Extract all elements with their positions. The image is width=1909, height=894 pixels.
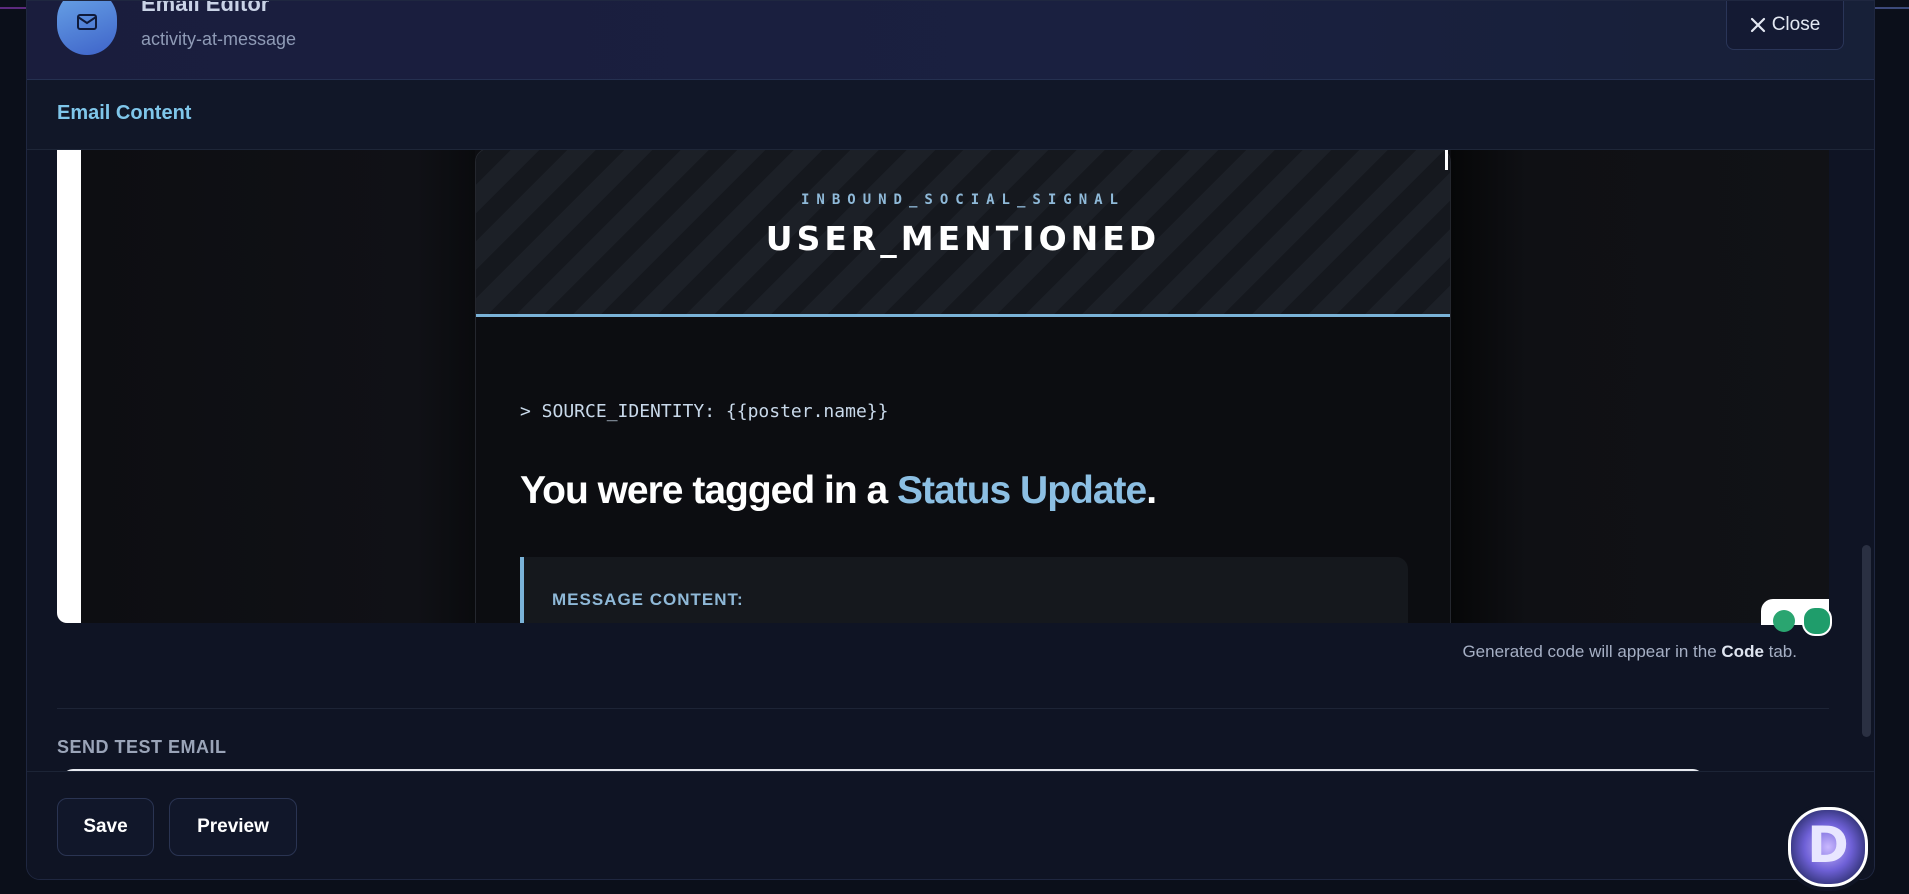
email-editor-modal: Email Editor activity-at-message Close E…	[26, 0, 1875, 880]
section-divider	[57, 708, 1829, 709]
email-card-header: INBOUND_SOCIAL_SIGNAL USER_MENTIONED	[476, 150, 1450, 317]
message-content-box: MESSAGE CONTENT:	[520, 557, 1408, 623]
hint-prefix: Generated code will appear in the	[1462, 642, 1722, 661]
modal-scrollbar[interactable]	[1862, 545, 1871, 737]
headline-suffix: .	[1146, 469, 1157, 512]
close-button[interactable]: Close	[1726, 1, 1844, 50]
email-card: INBOUND_SOCIAL_SIGNAL USER_MENTIONED > S…	[475, 150, 1451, 623]
preview-right-margin	[1451, 150, 1829, 623]
template-slug: activity-at-message	[141, 29, 297, 49]
preview-left-margin	[81, 150, 475, 623]
hint-code-word: Code	[1721, 642, 1764, 661]
tab-email-content[interactable]: Email Content	[57, 102, 191, 125]
grammar-logo-icon[interactable]	[1802, 606, 1832, 636]
mail-icon	[57, 1, 117, 55]
email-preview-canvas: INBOUND_SOCIAL_SIGNAL USER_MENTIONED > S…	[81, 150, 1829, 623]
preview-scroll-indicator	[1445, 150, 1448, 170]
code-tab-hint: Generated code will appear in the Code t…	[1462, 642, 1797, 662]
close-label: Close	[1771, 14, 1821, 35]
event-title: USER_MENTIONED	[765, 219, 1161, 258]
signal-label: INBOUND_SOCIAL_SIGNAL	[800, 192, 1125, 208]
headline-prefix: You were tagged in a	[520, 469, 898, 512]
tab-bar: Email Content	[27, 80, 1874, 150]
send-test-email-label: SEND TEST EMAIL	[57, 737, 227, 757]
email-preview-frame: INBOUND_SOCIAL_SIGNAL USER_MENTIONED > S…	[57, 150, 1829, 623]
source-identity-line: > SOURCE_IDENTITY: {{poster.name}}	[520, 401, 889, 422]
message-content-label: MESSAGE CONTENT:	[552, 590, 744, 609]
hint-suffix: tab.	[1763, 642, 1797, 661]
grammar-check-icon[interactable]	[1773, 610, 1795, 632]
preview-button[interactable]: Preview	[169, 798, 297, 856]
modal-footer: Save Preview	[27, 771, 1874, 879]
assistant-letter: D	[1807, 816, 1849, 874]
save-button[interactable]: Save	[57, 798, 154, 856]
headline-highlight: Status Update	[897, 469, 1147, 512]
assistant-avatar-icon[interactable]: D	[1788, 807, 1868, 887]
modal-title: Email Editor	[141, 0, 270, 16]
close-icon	[1750, 17, 1765, 33]
modal-header: Email Editor activity-at-message Close	[27, 1, 1874, 80]
email-headline: You were tagged in a Status Update.	[520, 469, 1157, 513]
